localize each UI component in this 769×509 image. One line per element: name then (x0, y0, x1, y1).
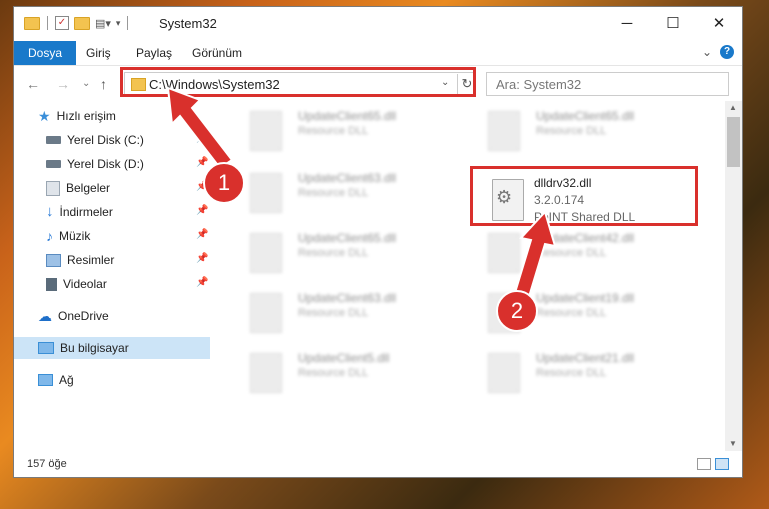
arrow-to-address (166, 86, 234, 170)
step-1-badge: 1 (203, 162, 245, 204)
annotation-arrows (166, 86, 557, 302)
step-2-badge: 2 (496, 290, 538, 332)
arrow-to-file (512, 210, 557, 302)
